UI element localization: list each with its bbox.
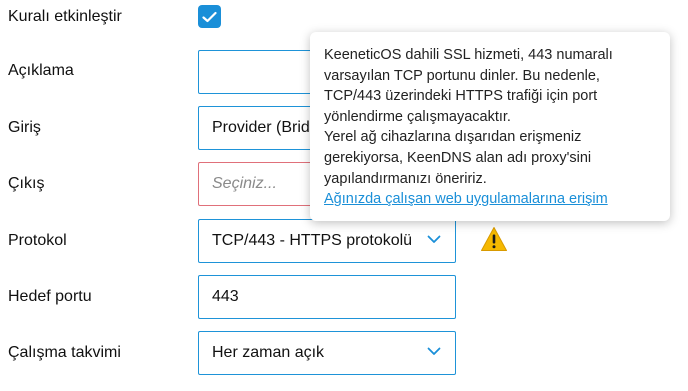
protocol-select-value: TCP/443 - HTTPS protokolü bbox=[212, 232, 413, 249]
tooltip-text-line: KeeneticOS dahili SSL hizmeti, 443 numar… bbox=[324, 47, 613, 63]
description-label: Açıklama bbox=[8, 62, 74, 79]
output-label: Çıkış bbox=[8, 175, 45, 192]
tooltip-text-line: yönlendirme çalışmayacaktır. bbox=[324, 108, 511, 125]
chevron-down-icon bbox=[427, 347, 441, 355]
target-port-input[interactable]: 443 bbox=[198, 275, 456, 319]
tooltip-text-line: yapılandırmanızı öneririz. bbox=[324, 170, 487, 187]
enable-rule-checkbox[interactable] bbox=[198, 5, 221, 28]
check-icon bbox=[202, 11, 217, 22]
warning-icon[interactable] bbox=[480, 226, 508, 252]
protocol-select[interactable]: TCP/443 - HTTPS protokolü bbox=[198, 219, 456, 263]
schedule-select[interactable]: Her zaman açık bbox=[198, 331, 456, 375]
chevron-down-icon bbox=[427, 235, 441, 243]
protocol-label: Protokol bbox=[8, 232, 67, 249]
target-port-label: Hedef portu bbox=[8, 288, 92, 305]
web-apps-access-link[interactable]: Ağınızda çalışan web uygulamalarına eriş… bbox=[324, 189, 656, 210]
tooltip-text-line: gerekiyorsa, KeenDNS alan adı proxy'sini bbox=[324, 149, 592, 166]
https-warning-tooltip: KeeneticOS dahili SSL hizmeti, 443 numar… bbox=[310, 32, 670, 221]
enable-rule-label: Kuralı etkinleştir bbox=[8, 8, 122, 25]
schedule-select-value: Her zaman açık bbox=[212, 344, 325, 361]
tooltip-text-line: varsayılan TCP portunu dinler. Bu nedenl… bbox=[324, 67, 600, 84]
tooltip-text-line: TCP/443 üzerindeki HTTPS trafiği için po… bbox=[324, 88, 598, 105]
tooltip-text-line: Yerel ağ cihazlarına dışarıdan erişmeniz bbox=[324, 129, 582, 146]
schedule-label: Çalışma takvimi bbox=[8, 344, 121, 361]
output-select-placeholder: Seçiniz... bbox=[212, 175, 277, 192]
input-label: Giriş bbox=[8, 119, 41, 136]
